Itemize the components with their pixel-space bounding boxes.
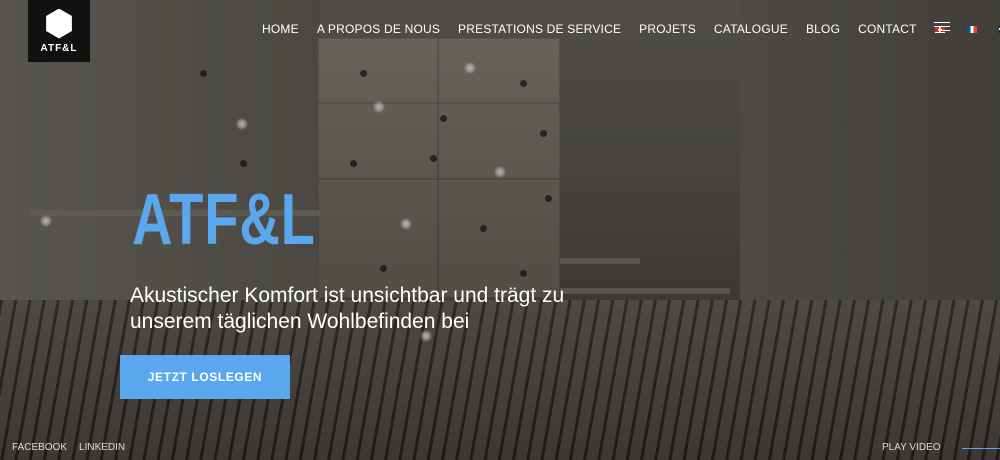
get-started-button[interactable]: JETZT LOSLEGEN [120,355,290,399]
menu-hamburger-icon[interactable] [934,22,950,34]
flag-fr-icon[interactable] [966,25,977,33]
hero-subtitle: Akustischer Komfort ist unsichtbar und t… [130,284,565,333]
site-logo[interactable]: ATF&L [28,0,90,62]
hexagon-logo-icon [46,8,72,39]
nav-item-about[interactable]: A PROPOS DE NOUS [317,22,440,36]
nav-item-projects[interactable]: PROJETS [639,22,696,36]
play-video-link[interactable]: PLAY VIDEO [882,442,941,453]
linkedin-link[interactable]: LINKEDIN [79,442,125,453]
nav-item-home[interactable]: HOME [262,22,299,36]
hamburger-line [934,26,950,27]
facebook-link[interactable]: FACEBOOK [12,442,67,453]
nav-item-contact[interactable]: CONTACT [858,22,917,36]
social-links: FACEBOOK LINKEDIN [12,442,137,453]
main-navigation: HOME A PROPOS DE NOUS PRESTATIONS DE SER… [262,20,1000,38]
nav-item-blog[interactable]: BLOG [806,22,840,36]
nav-item-services[interactable]: PRESTATIONS DE SERVICE [458,22,621,36]
hamburger-line [934,22,950,23]
play-video-line [962,448,1000,449]
logo-text: ATF&L [40,42,78,54]
hamburger-line [939,30,950,31]
hero-title: ATF&L [132,180,316,260]
nav-item-catalogue[interactable]: CATALOGUE [714,22,788,36]
